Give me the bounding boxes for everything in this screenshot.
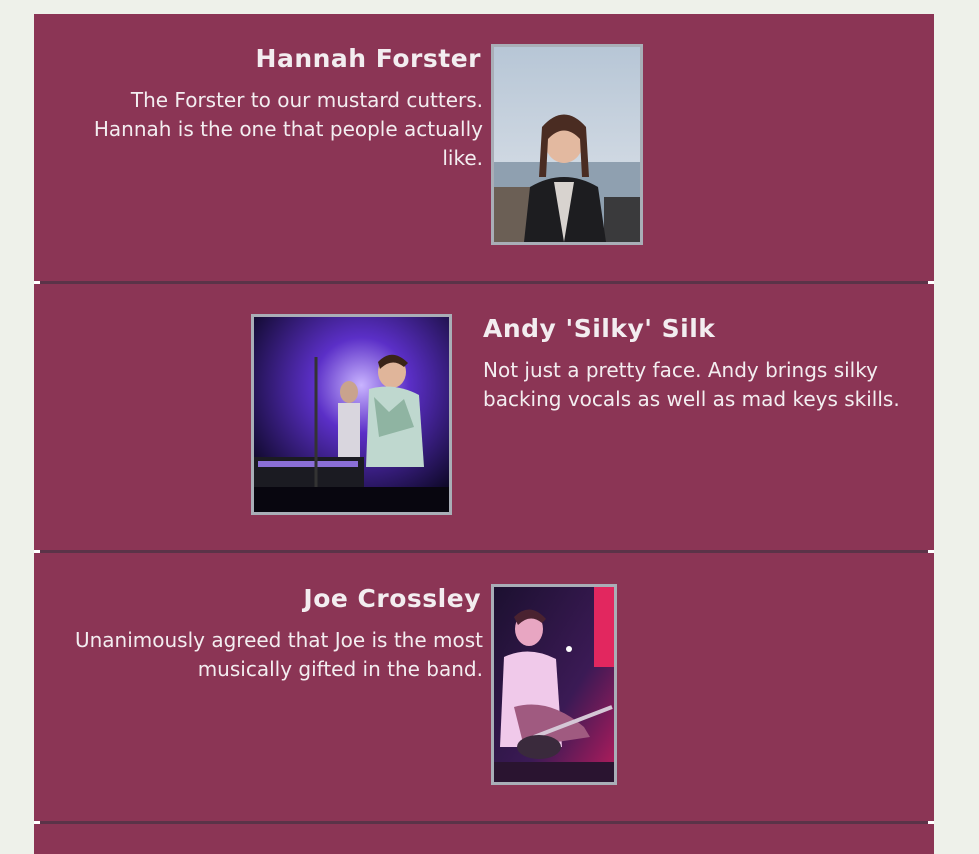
member-photo bbox=[491, 584, 617, 785]
member-name: Hannah Forster bbox=[255, 44, 481, 73]
member-name: Andy 'Silky' Silk bbox=[483, 314, 716, 343]
member-bio: The Forster to our mustard cutters. Hann… bbox=[93, 88, 483, 170]
section-divider bbox=[34, 281, 934, 284]
member-name: Joe Crossley bbox=[303, 584, 481, 613]
member-bio: Unanimously agreed that Joe is the most … bbox=[74, 628, 483, 681]
member-photo bbox=[251, 314, 452, 515]
keyboard-player-photo-icon bbox=[254, 317, 449, 512]
section-divider bbox=[34, 821, 934, 824]
member-photo bbox=[491, 44, 643, 245]
member-bio: Not just a pretty face. Andy brings silk… bbox=[483, 358, 900, 411]
guitarist-photo-icon bbox=[494, 587, 614, 782]
portrait-photo-seaside-icon bbox=[494, 47, 640, 242]
section-divider bbox=[34, 550, 934, 553]
